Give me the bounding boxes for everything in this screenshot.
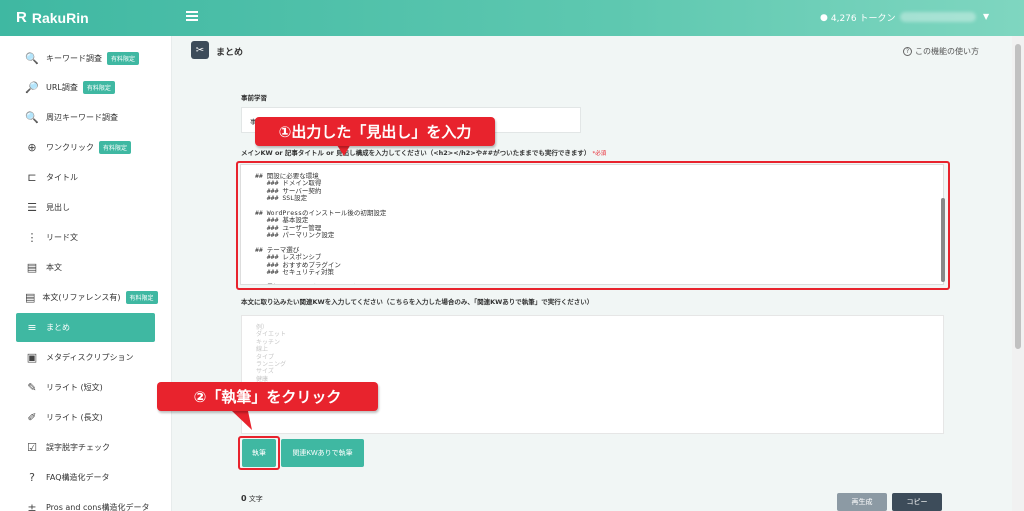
- callout-click-write: ②「執筆」をクリック: [157, 382, 378, 411]
- callout2-pointer: [232, 411, 252, 430]
- annotation-arrows: [232, 142, 352, 430]
- callout-input-heading: ①出力した「見出し」を入力: [255, 117, 495, 146]
